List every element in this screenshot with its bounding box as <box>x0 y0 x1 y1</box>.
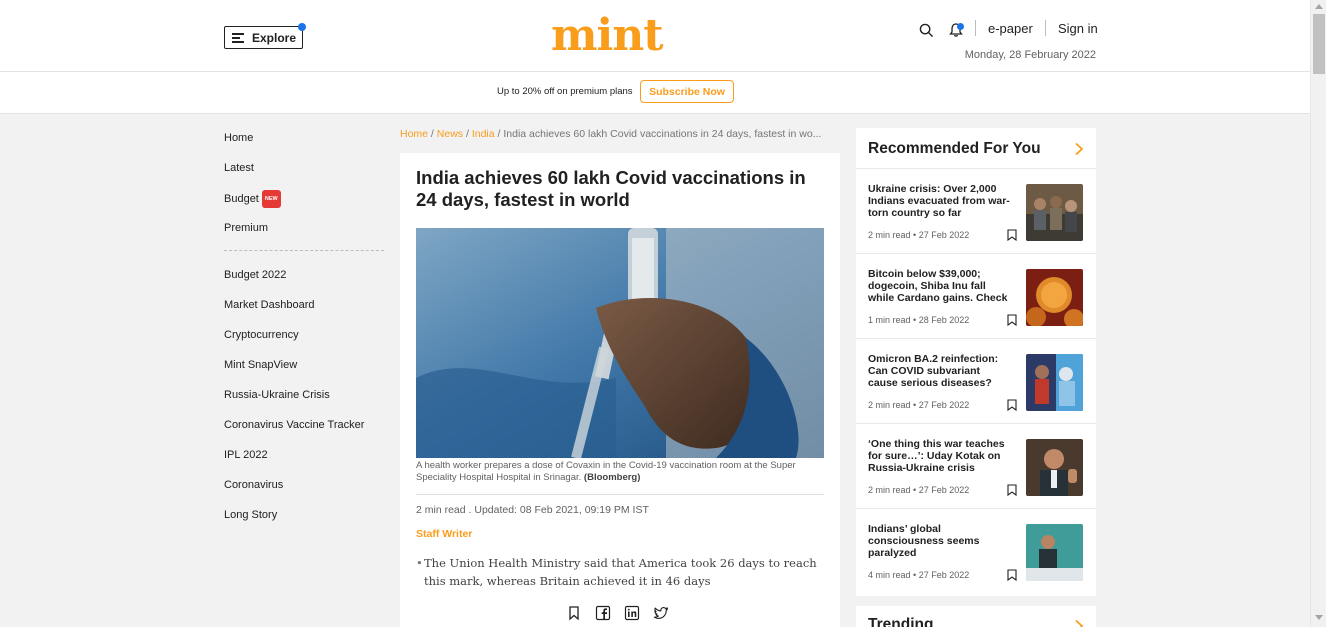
recommended-item[interactable]: Indians’ global consciousness seems para… <box>856 508 1096 593</box>
promo-bar: Up to 20% off on premium plans Subscribe… <box>0 72 1310 114</box>
share-toolbar <box>566 605 669 621</box>
facebook-icon[interactable] <box>595 605 611 621</box>
linkedin-icon[interactable] <box>624 605 640 621</box>
recommended-item[interactable]: ‘One thing this war teaches for sure…’: … <box>856 423 1096 508</box>
recommended-item-title[interactable]: Omicron BA.2 reinfection: Can COVID subv… <box>868 353 1012 390</box>
notification-dot <box>298 23 306 31</box>
nav-item-label: Budget <box>224 192 259 205</box>
recommended-item-meta: 2 min read • 27 Feb 2022 <box>868 230 970 240</box>
signin-link[interactable]: Sign in <box>1058 21 1098 36</box>
divider <box>416 494 824 495</box>
bookmark-icon[interactable] <box>1007 569 1017 581</box>
author-link[interactable]: Staff Writer <box>416 528 472 540</box>
article-headline: India achieves 60 lakh Covid vaccination… <box>416 167 806 210</box>
read-time: 1 min read <box>868 315 911 325</box>
scroll-up-arrow-icon[interactable] <box>1315 4 1323 9</box>
trending-title: Trending <box>868 616 934 627</box>
nav-item-budget[interactable]: Budget NEW <box>224 190 384 220</box>
nav-item-russia-ukraine-crisis[interactable]: Russia-Ukraine Crisis <box>224 387 384 417</box>
nav-item-market-dashboard[interactable]: Market Dashboard <box>224 297 384 327</box>
nav-item-premium[interactable]: Premium <box>224 220 384 250</box>
left-navigation: Home Latest Budget NEW Premium Budget 202… <box>224 130 384 537</box>
read-time: 2 min read <box>868 230 911 240</box>
nav-divider <box>224 250 384 251</box>
nav-item-latest[interactable]: Latest <box>224 160 384 190</box>
caption-credit: (Bloomberg) <box>583 472 641 483</box>
recommended-item-title[interactable]: Indians’ global consciousness seems para… <box>868 523 1012 560</box>
nav-item-budget-2022[interactable]: Budget 2022 <box>224 267 384 297</box>
recommended-item-title[interactable]: ‘One thing this war teaches for sure…’: … <box>868 438 1012 475</box>
nav-item-home[interactable]: Home <box>224 130 384 160</box>
recommended-item-meta: 1 min read • 28 Feb 2022 <box>868 315 970 325</box>
explore-button[interactable]: Explore <box>224 23 306 49</box>
publish-date: 27 Feb 2022 <box>918 570 970 580</box>
nav-item-ipl-2022[interactable]: IPL 2022 <box>224 447 384 477</box>
bitcoin-coins-thumbnail <box>1026 269 1083 326</box>
mint-logo[interactable]: mint <box>551 14 664 58</box>
chevron-right-icon[interactable] <box>1074 142 1084 156</box>
trending-panel: Trending <box>856 606 1096 627</box>
page-scrollbar[interactable] <box>1310 0 1326 627</box>
read-time: 2 min read <box>868 400 911 410</box>
twitter-icon[interactable] <box>653 605 669 621</box>
nav-item-vaccine-tracker[interactable]: Coronavirus Vaccine Tracker <box>224 417 384 447</box>
scrollbar-thumb[interactable] <box>1313 14 1325 74</box>
bookmark-icon[interactable] <box>1007 314 1017 326</box>
breadcrumb-current: India achieves 60 lakh Covid vaccination… <box>503 128 822 140</box>
breadcrumb-news[interactable]: News <box>437 128 463 140</box>
new-badge: NEW <box>261 190 281 208</box>
bookmark-icon[interactable] <box>566 605 582 621</box>
scroll-down-arrow-icon[interactable] <box>1315 615 1323 620</box>
vaccine-hero-image <box>416 228 824 458</box>
breadcrumb-india[interactable]: India <box>472 128 495 140</box>
publish-date: 28 Feb 2022 <box>918 315 970 325</box>
uday-kotak-thumbnail <box>1026 439 1083 496</box>
recommended-item-meta: 2 min read • 27 Feb 2022 <box>868 400 970 410</box>
nav-item-cryptocurrency[interactable]: Cryptocurrency <box>224 327 384 357</box>
subscribe-now-button[interactable]: Subscribe Now <box>640 80 734 103</box>
bell-notification-dot <box>957 23 964 30</box>
divider <box>1045 20 1046 36</box>
recommended-item-title[interactable]: Ukraine crisis: Over 2,000 Indians evacu… <box>868 183 1012 220</box>
image-caption: A health worker prepares a dose of Covax… <box>416 460 828 484</box>
nav-item-mint-snapview[interactable]: Mint SnapView <box>224 357 384 387</box>
nav-item-coronavirus[interactable]: Coronavirus <box>224 477 384 507</box>
promo-text: Up to 20% off on premium plans <box>497 86 633 97</box>
recommended-item-meta: 2 min read • 27 Feb 2022 <box>868 485 970 495</box>
recommended-item[interactable]: Bitcoin below $39,000; dogecoin, Shiba I… <box>856 253 1096 338</box>
covid-testing-thumbnail <box>1026 354 1083 411</box>
current-date: Monday, 28 February 2022 <box>964 49 1096 61</box>
recommended-item-title[interactable]: Bitcoin below $39,000; dogecoin, Shiba I… <box>868 268 1012 305</box>
article-summary-bullet: The Union Health Ministry said that Amer… <box>416 554 830 590</box>
breadcrumb: Home / News / India / India achieves 60 … <box>400 128 822 140</box>
bookmark-icon[interactable] <box>1007 484 1017 496</box>
recommended-item-meta: 4 min read • 27 Feb 2022 <box>868 570 970 580</box>
recommended-panel: Recommended For You Ukraine crisis: Over… <box>856 128 1096 596</box>
explore-label: Explore <box>252 30 297 45</box>
recommended-item[interactable]: Ukraine crisis: Over 2,000 Indians evacu… <box>856 168 1096 253</box>
hamburger-menu-icon <box>232 33 244 43</box>
breadcrumb-home[interactable]: Home <box>400 128 428 140</box>
bookmark-icon[interactable] <box>1007 399 1017 411</box>
search-icon[interactable] <box>919 23 934 38</box>
site-header: Explore mint e-paper Sign in Monday, 28 … <box>0 0 1310 72</box>
read-time-updated: 2 min read . Updated: 08 Feb 2021, 09:19… <box>416 504 649 516</box>
chevron-right-icon[interactable] <box>1074 619 1084 627</box>
article-card: India achieves 60 lakh Covid vaccination… <box>400 153 840 627</box>
epaper-link[interactable]: e-paper <box>988 21 1033 36</box>
publish-date: 27 Feb 2022 <box>918 485 970 495</box>
recommended-item[interactable]: Omicron BA.2 reinfection: Can COVID subv… <box>856 338 1096 423</box>
nav-item-long-story[interactable]: Long Story <box>224 507 384 537</box>
publish-date: 27 Feb 2022 <box>918 230 970 240</box>
ukraine-evacuation-thumbnail <box>1026 184 1083 241</box>
divider <box>975 20 976 36</box>
recommended-title: Recommended For You <box>868 140 1041 157</box>
bookmark-icon[interactable] <box>1007 229 1017 241</box>
read-time: 2 min read <box>868 485 911 495</box>
read-time: 4 min read <box>868 570 911 580</box>
publish-date: 27 Feb 2022 <box>918 400 970 410</box>
speaker-podium-thumbnail <box>1026 524 1083 581</box>
